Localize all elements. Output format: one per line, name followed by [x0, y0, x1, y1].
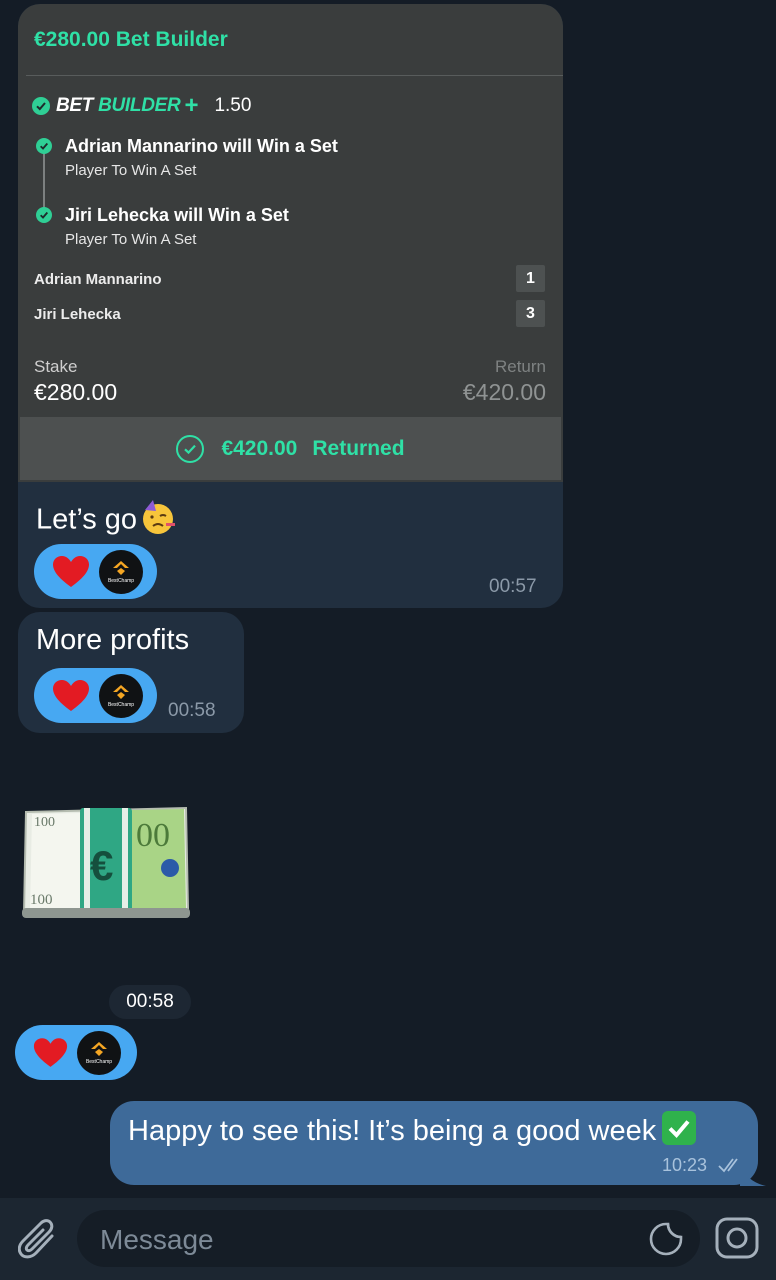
message-text: More profits	[36, 624, 190, 656]
heart-icon	[33, 1037, 68, 1067]
stake-label: Stake	[34, 357, 78, 376]
score-player: Adrian Mannarino	[34, 271, 162, 288]
reaction-pill[interactable]: BestChamp	[34, 544, 157, 599]
sticker-icon[interactable]	[649, 1222, 683, 1256]
check-icon	[32, 97, 50, 115]
double-check-icon	[718, 1158, 738, 1173]
check-mark-emoji-icon	[662, 1111, 697, 1145]
bet-builder-row: BET BUILDER + 1.50	[32, 94, 251, 118]
avatar: BestChamp	[99, 673, 143, 718]
plus-icon: +	[184, 92, 199, 119]
euro-banknotes-sticker[interactable]: 100 00 100 €	[22, 804, 192, 924]
bet-message-bubble[interactable]: €280.00 Bet Builder BET BUILDER + 1.50 A…	[18, 4, 563, 608]
selection-market: Player To Win A Set	[65, 231, 197, 248]
outgoing-message-bubble[interactable]: Happy to see this! It’s being a good wee…	[110, 1101, 758, 1185]
return-value: €420.00	[462, 379, 546, 405]
avatar: BestChamp	[77, 1030, 121, 1075]
heart-icon	[53, 555, 89, 587]
return-label: Return	[494, 357, 546, 376]
check-icon	[36, 207, 52, 223]
selection-title: Jiri Lehecka will Win a Set	[65, 205, 289, 225]
score-sets: 3	[516, 300, 545, 327]
message-time: 10:23	[662, 1155, 708, 1175]
bet-slip-card[interactable]: €280.00 Bet Builder BET BUILDER + 1.50 A…	[18, 4, 563, 482]
score-player: Jiri Lehecka	[34, 306, 121, 323]
reaction-pill[interactable]: BestChamp	[15, 1025, 137, 1080]
score-sets: 1	[516, 265, 545, 292]
camera-icon[interactable]	[714, 1214, 760, 1262]
message-text: Happy to see this! It’s being a good wee…	[128, 1111, 697, 1148]
returned-text: Returned	[312, 436, 405, 460]
svg-text:100: 100	[30, 892, 53, 908]
svg-text:00: 00	[136, 817, 170, 854]
returned-amount: €420.00	[221, 436, 298, 460]
message-input[interactable]: Message	[77, 1210, 700, 1267]
bet-builder-label: BET BUILDER	[56, 95, 181, 116]
svg-text:100: 100	[34, 815, 55, 830]
bet-odds: 1.50	[214, 95, 252, 116]
bet-header: €280.00 Bet Builder	[34, 28, 228, 51]
svg-text:€: €	[90, 842, 113, 889]
message-composer: Message	[0, 1198, 776, 1280]
paperclip-icon[interactable]	[18, 1216, 60, 1262]
reaction-pill[interactable]: BestChamp	[34, 668, 157, 723]
selection-market: Player To Win A Set	[65, 162, 197, 179]
avatar: BestChamp	[99, 549, 143, 594]
selection-title: Adrian Mannarino will Win a Set	[65, 136, 338, 156]
message-placeholder: Message	[100, 1224, 214, 1255]
returned-status-bar: €420.00 Returned	[20, 417, 561, 480]
message-time: 00:57	[489, 576, 537, 597]
stake-value: €280.00	[34, 379, 118, 405]
heart-icon	[53, 679, 89, 711]
check-circle-icon	[176, 434, 205, 463]
check-icon	[36, 138, 52, 154]
message-text: Let’s go	[36, 498, 177, 544]
message-time: 00:58	[168, 700, 216, 721]
partying-face-emoji-icon	[139, 498, 177, 544]
message-bubble[interactable]: More profits BestChamp 00:58	[18, 612, 244, 733]
divider	[26, 75, 563, 76]
sticker-time: 00:58	[109, 985, 191, 1019]
